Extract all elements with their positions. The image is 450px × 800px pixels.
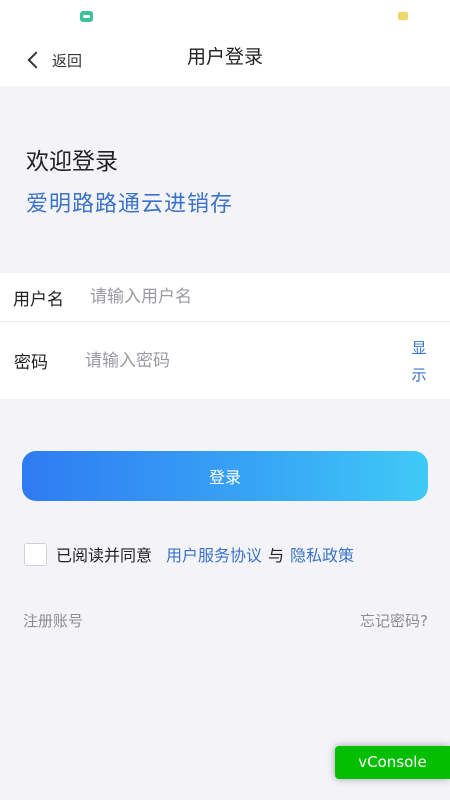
- vconsole-button[interactable]: vConsole: [335, 746, 450, 779]
- agreement-text: 已阅读并同意: [56, 546, 153, 565]
- battery-icon: [398, 12, 408, 20]
- password-row: 密码 显示: [0, 322, 450, 399]
- back-label: 返回: [52, 51, 83, 70]
- status-bar: [0, 0, 450, 34]
- username-row: 用户名: [0, 273, 450, 322]
- service-agreement-link[interactable]: 用户服务协议: [166, 542, 262, 566]
- login-button[interactable]: 登录: [22, 451, 428, 501]
- chat-bubble-icon: [80, 11, 93, 22]
- chevron-left-icon: [27, 51, 45, 69]
- agreement-separator: 与: [268, 546, 285, 565]
- password-label: 密码: [14, 353, 48, 373]
- agreement-checkbox[interactable]: [24, 542, 47, 566]
- agreement-row: 已阅读并同意 用户服务协议 与 隐私政策: [24, 541, 354, 567]
- forgot-password-link[interactable]: 忘记密码?: [360, 610, 428, 631]
- login-form: 用户名 密码 显示: [0, 273, 450, 399]
- privacy-policy-link[interactable]: 隐私政策: [290, 542, 354, 566]
- app-name: 爱明路路通云进销存: [26, 192, 234, 217]
- username-input[interactable]: [90, 282, 390, 312]
- username-label: 用户名: [13, 289, 64, 310]
- back-button[interactable]: 返回: [24, 34, 82, 86]
- password-input[interactable]: [85, 345, 375, 376]
- register-link[interactable]: 注册账号: [23, 610, 83, 631]
- welcome-heading: 欢迎登录: [26, 149, 118, 175]
- nav-bar: 用户登录 返回: [0, 34, 450, 86]
- show-password-toggle[interactable]: 显示: [410, 335, 428, 389]
